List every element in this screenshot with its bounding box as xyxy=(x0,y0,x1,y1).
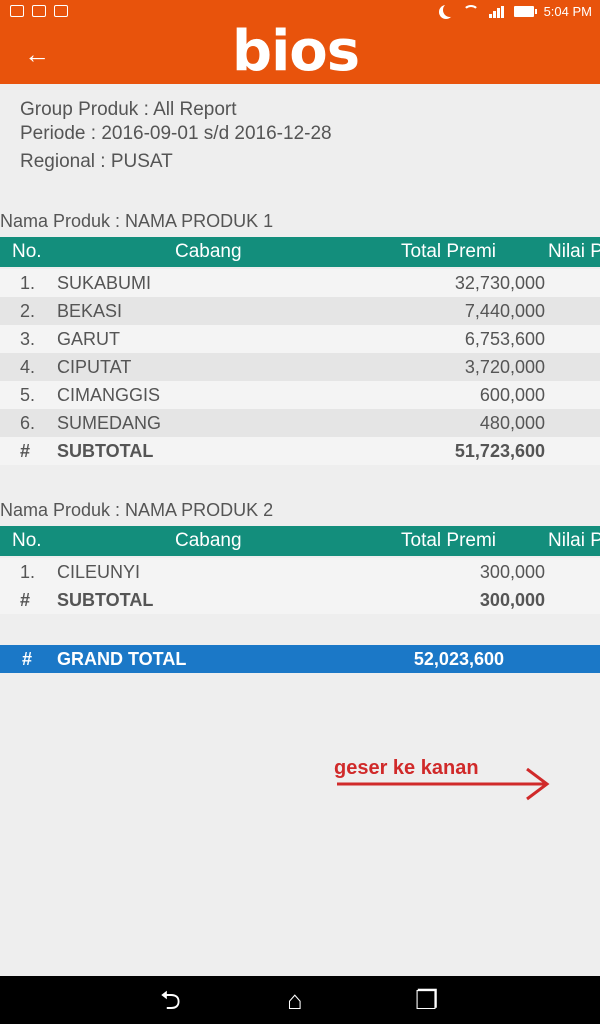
row-total: 6,753,600 xyxy=(464,329,545,349)
app-bar: ← bios xyxy=(0,22,600,84)
subtotal-total: 51,723,600 xyxy=(454,441,545,461)
battery-icon xyxy=(513,6,537,17)
status-time: 5:04 PM xyxy=(543,4,592,19)
row-no: 5. xyxy=(20,385,36,405)
table-row: 6. SUMEDANG 480,000 xyxy=(0,409,600,437)
row-no: 1. xyxy=(20,273,36,293)
grand-total-label: GRAND TOTAL xyxy=(57,649,187,669)
header-nilai: Nilai P xyxy=(548,530,600,551)
grand-total-row: # GRAND TOTAL 52,023,600 xyxy=(0,645,600,673)
row-no: 6. xyxy=(20,413,36,433)
table-header: No. Cabang Total Premi Nilai P xyxy=(0,237,600,267)
mail-icon xyxy=(32,5,46,17)
wifi-icon xyxy=(462,4,479,19)
nav-recent-apps-icon[interactable]: ❐ xyxy=(415,986,438,1014)
row-total: 600,000 xyxy=(479,385,545,405)
section-title: Nama Produk : NAMA PRODUK 1 xyxy=(0,211,274,231)
section-title: Nama Produk : NAMA PRODUK 2 xyxy=(0,500,274,520)
grand-total-value: 52,023,600 xyxy=(413,649,504,669)
notification-icons xyxy=(10,5,68,17)
row-cabang: CIMANGGIS xyxy=(57,385,161,405)
row-cabang: CIPUTAT xyxy=(57,357,132,377)
table-row: 4. CIPUTAT 3,720,000 xyxy=(0,353,600,381)
subtotal-no: # xyxy=(20,441,31,461)
grand-total-no: # xyxy=(22,649,33,669)
table-row: 3. GARUT 6,753,600 xyxy=(0,325,600,353)
header-total-premi: Total Premi xyxy=(401,241,497,262)
row-no: 2. xyxy=(20,301,36,321)
row-total: 480,000 xyxy=(479,413,545,433)
nav-home-icon[interactable]: ⌂ xyxy=(287,986,303,1014)
header-cabang: Cabang xyxy=(175,530,242,551)
do-not-disturb-icon xyxy=(443,3,457,17)
report-periode: Periode : 2016-09-01 s/d 2016-12-28 xyxy=(20,123,332,144)
table-row: 1. SUKABUMI 32,730,000 xyxy=(0,269,600,297)
row-no: 3. xyxy=(20,329,36,349)
app-logo: bios xyxy=(232,19,360,84)
briefcase-icon xyxy=(54,5,68,17)
header-nilai: Nilai P xyxy=(548,241,600,262)
gmail-icon xyxy=(10,5,24,17)
header-no: No. xyxy=(12,530,42,551)
subtotal-no: # xyxy=(20,590,31,610)
arrow-right-icon xyxy=(337,768,550,801)
subtotal-label: SUBTOTAL xyxy=(57,590,154,610)
table-row: 2. BEKASI 7,440,000 xyxy=(0,297,600,325)
table-row: 1. CILEUNYI 300,000 xyxy=(0,558,600,586)
nav-back-icon[interactable]: ⮌ xyxy=(160,986,181,1014)
row-cabang: SUMEDANG xyxy=(57,413,162,433)
subtotal-total: 300,000 xyxy=(479,590,545,610)
row-cabang: SUKABUMI xyxy=(57,273,152,293)
report-group-produk: Group Produk : All Report xyxy=(20,99,237,120)
header-cabang: Cabang xyxy=(175,241,242,262)
system-nav-bar: ⮌ ⌂ ❐ xyxy=(0,976,600,1024)
row-cabang: GARUT xyxy=(57,329,120,349)
row-total: 32,730,000 xyxy=(454,273,545,293)
row-total: 300,000 xyxy=(479,562,545,582)
table-row: 5. CIMANGGIS 600,000 xyxy=(0,381,600,409)
status-right: 5:04 PM xyxy=(439,4,592,19)
table-header: No. Cabang Total Premi Nilai P xyxy=(0,526,600,556)
row-total: 7,440,000 xyxy=(464,301,545,321)
signal-icon xyxy=(488,5,504,18)
header-total-premi: Total Premi xyxy=(401,530,497,551)
subtotal-row: # SUBTOTAL 51,723,600 xyxy=(0,437,600,465)
subtotal-row: # SUBTOTAL 300,000 xyxy=(0,586,600,614)
header-no: No. xyxy=(12,241,42,262)
row-cabang: CILEUNYI xyxy=(57,562,141,582)
report-regional: Regional : PUSAT xyxy=(20,151,173,172)
row-total: 3,720,000 xyxy=(464,357,545,377)
row-no: 4. xyxy=(20,357,36,377)
row-cabang: BEKASI xyxy=(57,301,123,321)
subtotal-label: SUBTOTAL xyxy=(57,441,154,461)
back-arrow-icon[interactable]: ← xyxy=(24,39,50,69)
row-no: 1. xyxy=(20,562,36,582)
